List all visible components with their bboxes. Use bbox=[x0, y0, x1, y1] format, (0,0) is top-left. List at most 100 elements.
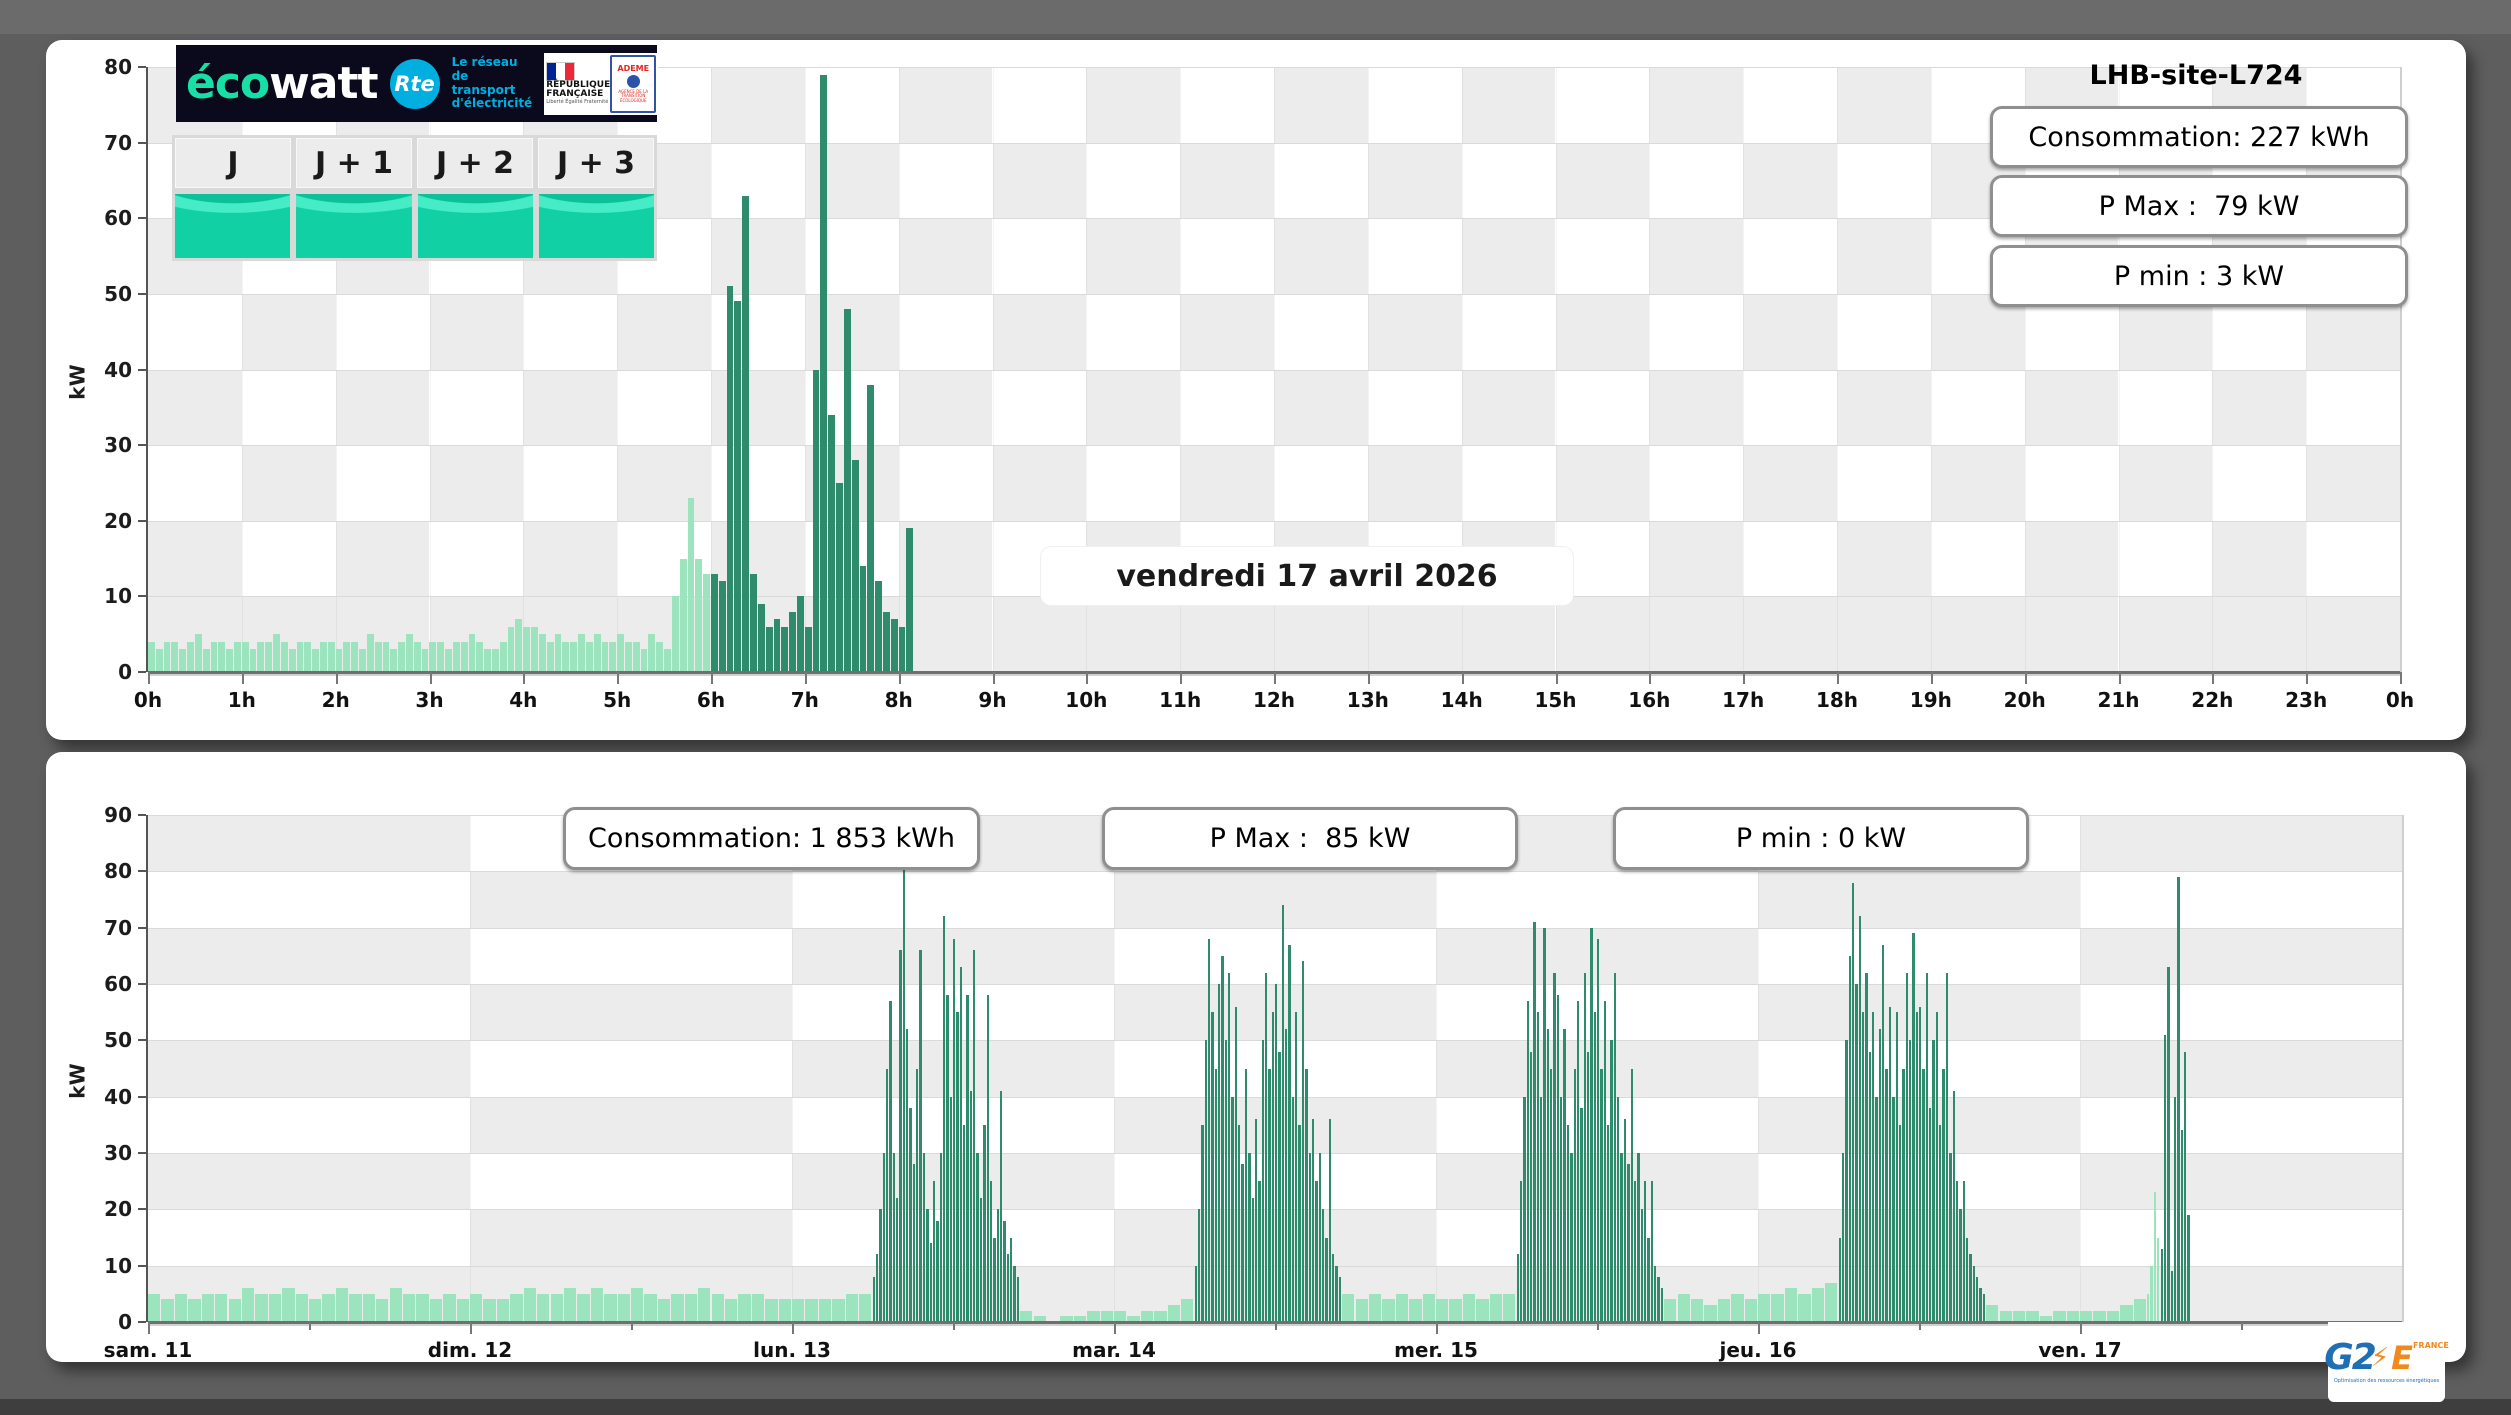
consumption-bar bbox=[906, 1029, 908, 1322]
grid-cell bbox=[1462, 596, 1556, 672]
consumption-bar bbox=[1339, 1277, 1341, 1322]
grid-cell bbox=[1114, 871, 1436, 927]
grid-cell bbox=[336, 370, 430, 446]
consumption-bar bbox=[698, 1288, 710, 1322]
consumption-bar bbox=[257, 642, 264, 672]
consumption-bar bbox=[1882, 945, 1884, 1322]
consumption-bar bbox=[1899, 1125, 1901, 1322]
consumption-bar bbox=[2150, 1266, 2152, 1322]
french-flag-icon bbox=[546, 62, 575, 81]
tab-day-j1[interactable]: J + 1 bbox=[296, 138, 412, 188]
consumption-bar bbox=[1584, 973, 1586, 1322]
consumption-bar bbox=[416, 1294, 428, 1322]
consumption-bar bbox=[1168, 1305, 1180, 1322]
stat-pmax-week: P Max : 85 kW bbox=[1102, 807, 1518, 870]
consumption-bar bbox=[1604, 1001, 1606, 1322]
grid-cell bbox=[2306, 445, 2400, 521]
x-axis-tick-label: 12h bbox=[1253, 688, 1295, 712]
consumption-bar bbox=[1637, 1153, 1639, 1322]
x-axis-tick bbox=[1368, 672, 1370, 684]
grid-cell bbox=[1368, 596, 1462, 672]
consumption-bar bbox=[1973, 1266, 1975, 1322]
grid-cell bbox=[1743, 445, 1837, 521]
consumption-bar bbox=[586, 642, 593, 672]
ecowatt-signal-green-j3[interactable] bbox=[539, 194, 654, 258]
grid-cell bbox=[148, 928, 470, 984]
consumption-bar bbox=[497, 1299, 509, 1322]
consumption-bar bbox=[1859, 916, 1861, 1322]
consumption-bar bbox=[1889, 1007, 1891, 1322]
horizontal-gridline bbox=[148, 871, 2402, 872]
grid-cell bbox=[993, 596, 1087, 672]
consumption-bar bbox=[1010, 1238, 1012, 1323]
consumption-bar bbox=[1869, 1052, 1871, 1322]
tab-day-j2[interactable]: J + 2 bbox=[417, 138, 533, 188]
grid-cell bbox=[1837, 596, 1931, 672]
y-axis-line bbox=[146, 67, 148, 672]
grid-cell bbox=[1274, 218, 1368, 294]
x-axis-tick bbox=[993, 672, 995, 684]
consumption-bar bbox=[604, 1294, 616, 1322]
grid-cell bbox=[430, 445, 524, 521]
consumption-bar bbox=[644, 1294, 656, 1322]
x-axis-tick bbox=[1743, 672, 1745, 684]
ecowatt-signal-green-j2[interactable] bbox=[418, 194, 533, 258]
y-axis-tick-label: 10 bbox=[104, 1254, 132, 1278]
consumption-bar bbox=[930, 1243, 932, 1322]
x-axis-tick bbox=[1274, 672, 1276, 684]
consumption-bar bbox=[844, 309, 851, 672]
ecowatt-signal-green-j[interactable] bbox=[175, 194, 290, 258]
consumption-bar bbox=[1912, 933, 1914, 1322]
consumption-bar bbox=[671, 1294, 683, 1322]
grid-cell bbox=[1837, 370, 1931, 446]
ecowatt-day-tabs: J J + 1 J + 2 J + 3 bbox=[172, 135, 657, 191]
x-axis-tick bbox=[792, 1322, 794, 1334]
consumption-bar bbox=[250, 649, 257, 672]
x-axis-tick-label: 0h bbox=[134, 688, 162, 712]
x-axis-tick-label: 15h bbox=[1534, 688, 1576, 712]
vertical-gridline bbox=[792, 815, 793, 1322]
vertical-gridline bbox=[2080, 815, 2081, 1322]
consumption-bar bbox=[531, 627, 538, 672]
consumption-bar bbox=[1758, 1294, 1770, 1322]
consumption-bar bbox=[367, 634, 374, 672]
y-axis-tick-label: 30 bbox=[104, 433, 132, 457]
consumption-bar bbox=[1553, 973, 1555, 1322]
grid-cell bbox=[1462, 370, 1556, 446]
y-axis-line bbox=[146, 815, 148, 1322]
consumption-bar bbox=[2120, 1305, 2132, 1322]
consumption-bar bbox=[1423, 1294, 1435, 1322]
consumption-bar bbox=[1966, 1238, 1968, 1323]
consumption-bar bbox=[1523, 1097, 1525, 1322]
x-axis-tick bbox=[148, 1322, 150, 1334]
consumption-bar bbox=[758, 604, 765, 672]
x-axis-tick bbox=[1275, 1322, 1277, 1330]
x-axis-tick bbox=[1837, 672, 1839, 684]
consumption-bar bbox=[909, 1108, 911, 1322]
tab-day-j[interactable]: J bbox=[175, 138, 291, 188]
consumption-bar bbox=[789, 612, 796, 673]
grid-cell bbox=[1086, 218, 1180, 294]
grid-cell bbox=[2025, 521, 2119, 597]
y-axis-tick bbox=[138, 1208, 146, 1210]
consumption-bar bbox=[1825, 1283, 1837, 1322]
site-title: LHB-site-L724 bbox=[1990, 60, 2402, 91]
grid-cell bbox=[1837, 67, 1931, 143]
rte-tagline-line1: Le réseau bbox=[452, 56, 533, 70]
x-axis-tick bbox=[1597, 1322, 1599, 1330]
consumption-bar bbox=[255, 1294, 267, 1322]
x-axis-tick bbox=[242, 672, 244, 684]
ecowatt-signal-green-j1[interactable] bbox=[296, 194, 411, 258]
tab-day-j3[interactable]: J + 3 bbox=[538, 138, 654, 188]
consumption-bar bbox=[1325, 1238, 1327, 1323]
y-axis-tick-label: 60 bbox=[104, 972, 132, 996]
consumption-bar bbox=[970, 1091, 972, 1322]
y-axis-tick-label: 60 bbox=[104, 206, 132, 230]
consumption-bar bbox=[1885, 1069, 1887, 1323]
consumption-bar bbox=[1631, 1069, 1633, 1323]
consumption-bar bbox=[1322, 1209, 1324, 1322]
y-axis-tick bbox=[138, 870, 146, 872]
x-axis-tick-label: mer. 15 bbox=[1394, 1338, 1478, 1362]
y-axis-tick-label: 50 bbox=[104, 1028, 132, 1052]
consumption-bar bbox=[2167, 967, 2169, 1322]
